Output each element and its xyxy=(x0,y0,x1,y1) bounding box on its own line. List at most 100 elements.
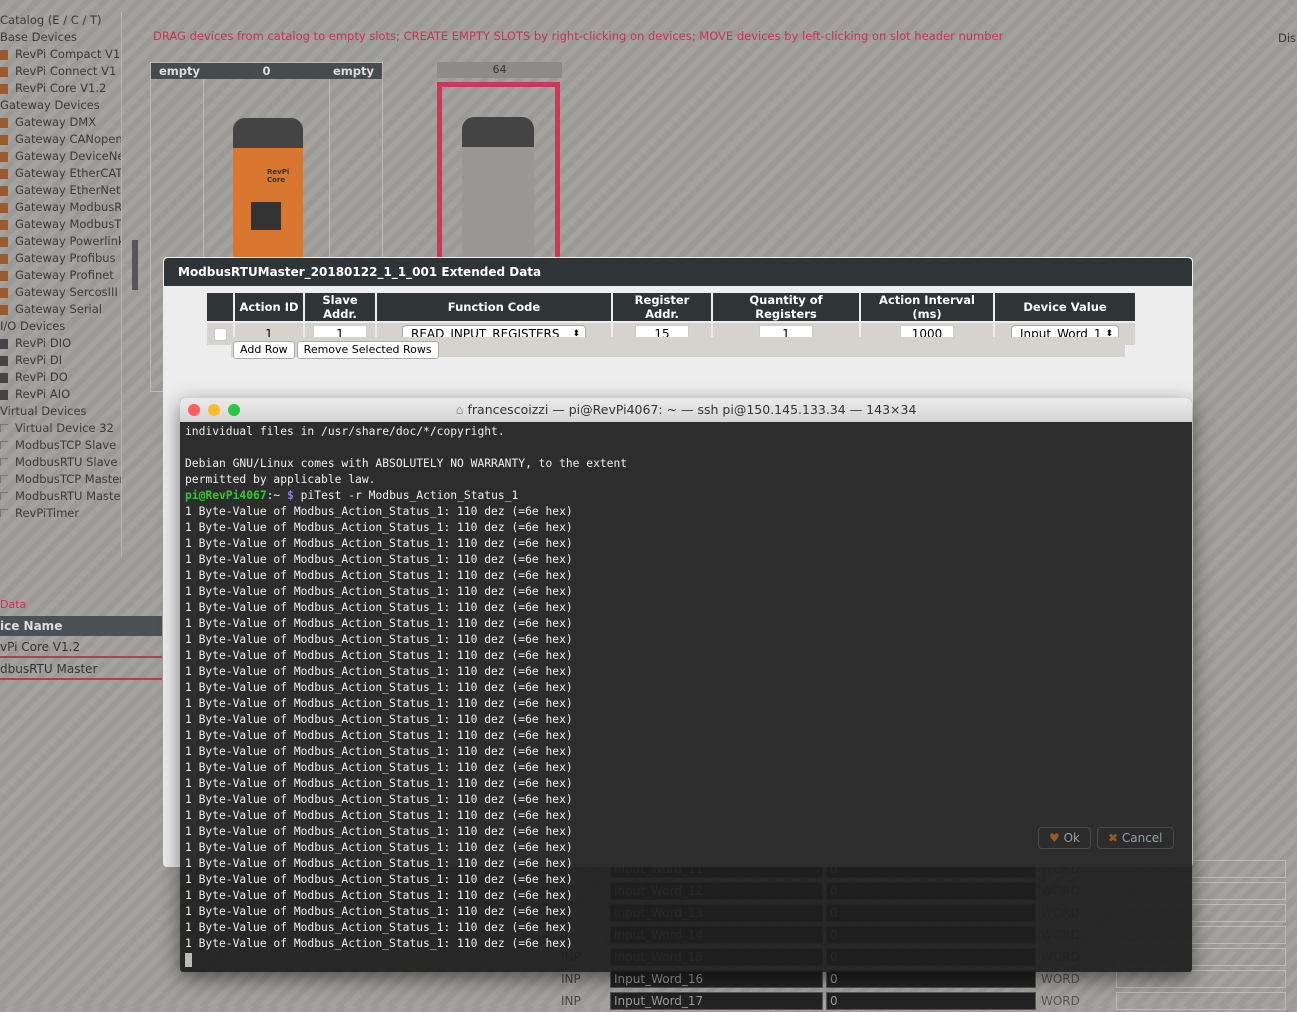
row-checkbox[interactable] xyxy=(213,328,227,341)
catalog-item[interactable]: ModbusRTU Master xyxy=(0,488,121,505)
catalog-item[interactable]: Gateway ModbusTCP xyxy=(0,216,121,233)
slot-number[interactable]: 64 xyxy=(437,62,562,78)
catalog-item[interactable]: Gateway Powerlink xyxy=(0,233,121,250)
catalog-item[interactable]: Gateway ModbusRTU xyxy=(0,199,121,216)
terminal-line: 1 Byte-Value of Modbus_Action_Status_1: … xyxy=(185,569,573,582)
slot-right-label: empty xyxy=(332,64,374,78)
device-icon xyxy=(0,373,8,383)
terminal-line: 1 Byte-Value of Modbus_Action_Status_1: … xyxy=(185,585,573,598)
catalog-group-2[interactable]: I/O Devices xyxy=(0,318,121,335)
catalog-item[interactable]: Gateway SercosIII xyxy=(0,284,121,301)
catalog-title: Catalog (E / C / T) xyxy=(0,13,102,27)
catalog-item[interactable]: RevPi AIO xyxy=(0,386,121,403)
terminal-output[interactable]: individual files in /usr/share/doc/*/cop… xyxy=(180,422,1192,970)
device-icon xyxy=(0,390,8,400)
catalog-item-label: Gateway SercosIII xyxy=(15,285,118,299)
slot-header[interactable]: empty 0 empty xyxy=(151,63,382,79)
device-icon xyxy=(0,254,8,264)
terminal-window[interactable]: ⌂ francescoizzi — pi@RevPi4067: ~ — ssh … xyxy=(180,398,1192,972)
io-name-input[interactable]: Input_Word_16 xyxy=(610,970,823,988)
catalog-item[interactable]: Gateway EtherNet xyxy=(0,182,121,199)
close-window-button[interactable] xyxy=(188,404,200,416)
catalog-item-label: RevPi AIO xyxy=(15,387,71,401)
io-datatype: WORD xyxy=(1041,972,1080,986)
io-value-input[interactable]: 0 xyxy=(826,992,1036,1010)
terminal-line: 1 Byte-Value of Modbus_Action_Status_1: … xyxy=(185,617,573,630)
io-value-input[interactable]: 0 xyxy=(826,970,1036,988)
col-slave-addr: Slave Addr. xyxy=(305,293,375,321)
catalog-item-label: Gateway DMX xyxy=(15,115,97,129)
device-icon xyxy=(0,84,8,94)
device-icon xyxy=(0,305,8,315)
device-icon xyxy=(0,509,8,517)
device-icon xyxy=(0,135,8,145)
catalog-item-label: ModbusTCP Master xyxy=(15,472,121,486)
device-icon xyxy=(0,339,8,349)
cancel-button[interactable]: ✖ Cancel xyxy=(1096,827,1174,849)
catalog-item-label: ModbusRTU Slave xyxy=(15,455,118,469)
catalog-item[interactable]: Gateway EtherCAT xyxy=(0,165,121,182)
terminal-line: 1 Byte-Value of Modbus_Action_Status_1: … xyxy=(185,777,573,790)
ok-label: Ok xyxy=(1063,831,1080,845)
catalog-group-3[interactable]: Virtual Devices xyxy=(0,403,121,420)
device-icon xyxy=(0,458,8,466)
device-label: RevPi Core xyxy=(267,168,290,184)
catalog-item[interactable]: ModbusRTU Slave xyxy=(0,454,121,471)
catalog-item[interactable]: Gateway DMX xyxy=(0,114,121,131)
terminal-line: 1 Byte-Value of Modbus_Action_Status_1: … xyxy=(185,537,573,550)
catalog-item[interactable]: RevPi DO xyxy=(0,369,121,386)
catalog-item-label: Gateway Powerlink xyxy=(15,234,121,248)
io-comment-input[interactable] xyxy=(1116,992,1286,1010)
cancel-label: Cancel xyxy=(1121,831,1163,845)
io-name-input[interactable]: Input_Word_17 xyxy=(610,992,823,1010)
module-device[interactable] xyxy=(462,117,534,262)
device-row[interactable]: dbusRTU Master xyxy=(0,658,162,680)
catalog-item[interactable]: RevPiTimer xyxy=(0,505,121,522)
remove-selected-rows-button[interactable]: Remove Selected Rows xyxy=(296,341,439,359)
catalog-group-0[interactable]: Base Devices xyxy=(0,29,121,46)
slot-64[interactable]: 64 xyxy=(437,62,562,262)
revpi-core-device[interactable]: RevPi Core xyxy=(233,118,303,258)
device-row[interactable]: vPi Core V1.2 xyxy=(0,636,162,658)
catalog-item[interactable]: Gateway CANopen xyxy=(0,131,121,148)
catalog-item[interactable]: Gateway Profinet xyxy=(0,267,121,284)
catalog-item[interactable]: ModbusTCP Master xyxy=(0,471,121,488)
col-action-id: Action ID xyxy=(235,293,303,321)
add-row-button[interactable]: Add Row xyxy=(233,341,295,359)
catalog-item-label: Gateway DeviceNet xyxy=(15,149,121,163)
device-icon xyxy=(0,475,8,483)
catalog-item-label: RevPi DIO xyxy=(15,336,72,350)
terminal-line: 1 Byte-Value of Modbus_Action_Status_1: … xyxy=(185,681,573,694)
close-icon: ✖ xyxy=(1107,831,1122,845)
catalog-item[interactable]: Gateway Profibus xyxy=(0,250,121,267)
minimize-window-button[interactable] xyxy=(208,404,220,416)
catalog-scrollbar[interactable] xyxy=(132,240,138,290)
catalog-item-label: RevPi Connect V1 xyxy=(15,64,117,78)
device-catalog: Catalog (E / C / T) Base Devices RevPi Com… xyxy=(0,12,122,557)
terminal-titlebar[interactable]: ⌂ francescoizzi — pi@RevPi4067: ~ — ssh … xyxy=(180,398,1192,422)
terminal-line: 1 Byte-Value of Modbus_Action_Status_1: … xyxy=(185,649,573,662)
catalog-item[interactable]: Gateway DeviceNet xyxy=(0,148,121,165)
terminal-cursor[interactable] xyxy=(185,953,192,967)
catalog-item[interactable]: ModbusTCP Slave xyxy=(0,437,121,454)
catalog-item[interactable]: RevPi Core V1.2 xyxy=(0,80,121,97)
slot-left-label: empty xyxy=(159,64,201,78)
catalog-item[interactable]: RevPi Compact V1 xyxy=(0,46,121,63)
ok-button[interactable]: ♥ Ok xyxy=(1038,827,1091,849)
maximize-window-button[interactable] xyxy=(228,404,240,416)
catalog-item[interactable]: Gateway Serial xyxy=(0,301,121,318)
catalog-item[interactable]: RevPi DIO xyxy=(0,335,121,352)
catalog-item[interactable]: RevPi DI xyxy=(0,352,121,369)
catalog-group-1[interactable]: Gateway Devices xyxy=(0,97,121,114)
catalog-item[interactable]: RevPi Connect V1 xyxy=(0,63,121,80)
terminal-line: 1 Byte-Value of Modbus_Action_Status_1: … xyxy=(185,761,573,774)
terminal-line: 1 Byte-Value of Modbus_Action_Status_1: … xyxy=(185,825,573,838)
prompt-path: :~ xyxy=(266,489,281,502)
catalog-item-label: Gateway ModbusRTU xyxy=(15,200,121,214)
device-icon xyxy=(0,237,8,247)
slot-number[interactable]: 0 xyxy=(262,63,270,79)
catalog-item-label: Gateway EtherCAT xyxy=(15,166,121,180)
instructions-hint: DRAG devices from catalog to empty slots… xyxy=(153,29,1004,43)
catalog-item[interactable]: Virtual Device 32 xyxy=(0,420,121,437)
io-comment-input[interactable] xyxy=(1116,970,1286,988)
